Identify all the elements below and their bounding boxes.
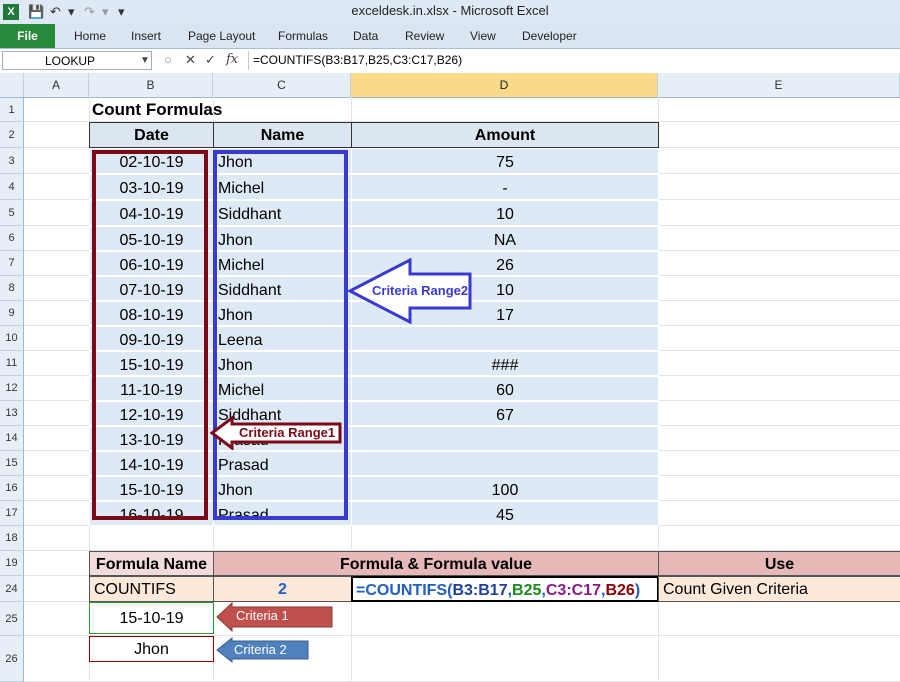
criteria2-cell[interactable]: Jhon xyxy=(89,636,214,662)
amount-cell[interactable]: 75 xyxy=(351,148,659,174)
header-name: Name xyxy=(213,122,352,148)
select-all-corner[interactable] xyxy=(0,73,24,97)
row-header[interactable]: 9 xyxy=(0,301,24,326)
summary-use[interactable]: Count Given Criteria xyxy=(658,576,900,602)
summary-header-formula-value: Formula & Formula value xyxy=(213,551,659,576)
row-header[interactable]: 10 xyxy=(0,326,24,351)
amount-cell[interactable]: 45 xyxy=(351,501,659,526)
formula-input[interactable]: =COUNTIFS(B3:B17,B25,C3:C17,B26) xyxy=(248,51,898,70)
amount-cell[interactable]: ### xyxy=(351,351,659,376)
formula-part: B25 xyxy=(512,582,542,599)
row-header[interactable]: 26 xyxy=(0,636,24,682)
summary-formula-name[interactable]: COUNTIFS xyxy=(89,576,214,602)
criteria-range1-label: Criteria Range1 xyxy=(239,425,336,440)
column-header-b[interactable]: B xyxy=(89,73,213,97)
tab-view[interactable]: View xyxy=(470,24,496,48)
row-header[interactable]: 24 xyxy=(0,576,24,602)
row-header[interactable]: 14 xyxy=(0,426,24,451)
row-header[interactable]: 19 xyxy=(0,551,24,576)
criteria2-label: Criteria 2 xyxy=(234,642,287,657)
row-header[interactable]: 15 xyxy=(0,451,24,476)
ribbon-tabs: File Home Insert Page Layout Formulas Da… xyxy=(0,24,900,49)
column-header-e[interactable]: E xyxy=(658,73,900,97)
summary-header-formula-name: Formula Name xyxy=(89,551,214,576)
row-header[interactable]: 17 xyxy=(0,501,24,526)
tab-insert[interactable]: Insert xyxy=(131,24,161,48)
enter-icon[interactable]: ✓ xyxy=(205,52,216,68)
row-header[interactable]: 1 xyxy=(0,98,24,122)
column-header-a[interactable]: A xyxy=(24,73,89,97)
row-header[interactable]: 8 xyxy=(0,276,24,301)
row-header[interactable]: 7 xyxy=(0,251,24,276)
criteria-range2-label: Criteria Range2 xyxy=(372,283,469,298)
name-box-dropdown-icon[interactable]: ▼ xyxy=(140,55,150,66)
header-amount: Amount xyxy=(351,122,659,148)
row-header[interactable]: 11 xyxy=(0,351,24,376)
summary-header-use: Use xyxy=(658,551,900,576)
cancel-icon[interactable]: ✕ xyxy=(185,52,196,68)
window-title: exceldesk.in.xlsx - Microsoft Excel xyxy=(351,3,549,18)
criteria1-cell[interactable]: 15-10-19 xyxy=(89,602,214,634)
tab-review[interactable]: Review xyxy=(405,24,444,48)
amount-cell[interactable] xyxy=(351,326,659,351)
expand-icon[interactable]: ○ xyxy=(164,52,172,67)
summary-formula-value[interactable]: 2 xyxy=(213,576,352,602)
column-headers: A B C D E xyxy=(0,73,900,98)
name-box[interactable]: LOOKUP xyxy=(2,51,152,70)
title-bar: X 💾 ↶ ▾ ↷ ▾ ▾ exceldesk.in.xlsx - Micros… xyxy=(0,0,900,25)
row-header[interactable]: 4 xyxy=(0,174,24,200)
amount-cell[interactable]: 60 xyxy=(351,376,659,401)
tab-file[interactable]: File xyxy=(0,24,55,48)
formula-part: =COUNTIFS( xyxy=(356,582,453,599)
criteria-range1-box xyxy=(92,150,208,520)
column-header-c[interactable]: C xyxy=(213,73,351,97)
row-header[interactable]: 5 xyxy=(0,200,24,226)
amount-cell[interactable]: 67 xyxy=(351,401,659,426)
formula-bar: LOOKUP ▼ ○ ✕ ✓ fx =COUNTIFS(B3:B17,B25,C… xyxy=(0,49,900,74)
row-header[interactable]: 6 xyxy=(0,226,24,251)
amount-cell[interactable] xyxy=(351,451,659,476)
amount-cell[interactable]: 10 xyxy=(351,200,659,226)
tab-data[interactable]: Data xyxy=(353,24,378,48)
amount-cell[interactable] xyxy=(351,426,659,451)
formula-part: B26 xyxy=(605,582,635,599)
row-header[interactable]: 2 xyxy=(0,122,24,148)
criteria-range2-box xyxy=(213,150,348,520)
header-date: Date xyxy=(89,122,214,148)
tab-page-layout[interactable]: Page Layout xyxy=(188,24,255,48)
amount-cell[interactable]: - xyxy=(351,174,659,200)
tab-developer[interactable]: Developer xyxy=(522,24,577,48)
row-header[interactable]: 16 xyxy=(0,476,24,501)
row-header[interactable]: 3 xyxy=(0,148,24,174)
sheet-title: Count Formulas xyxy=(92,100,223,119)
row-header[interactable]: 25 xyxy=(0,602,24,636)
formula-part: B3:B17 xyxy=(452,582,508,599)
formula-part: ) xyxy=(634,582,641,599)
summary-formula-text[interactable]: =COUNTIFS(B3:B17,B25,C3:C17,B26) xyxy=(351,576,659,602)
tab-home[interactable]: Home xyxy=(74,24,106,48)
tab-formulas[interactable]: Formulas xyxy=(278,24,328,48)
criteria1-label: Criteria 1 xyxy=(236,608,289,623)
row-header[interactable]: 13 xyxy=(0,401,24,426)
row-header[interactable]: 12 xyxy=(0,376,24,401)
amount-cell[interactable]: NA xyxy=(351,226,659,251)
insert-function-icon[interactable]: fx xyxy=(226,52,238,67)
amount-cell[interactable]: 100 xyxy=(351,476,659,501)
column-header-d[interactable]: D xyxy=(351,73,658,97)
formula-part: C3:C17 xyxy=(545,582,601,599)
row-header[interactable]: 18 xyxy=(0,526,24,551)
